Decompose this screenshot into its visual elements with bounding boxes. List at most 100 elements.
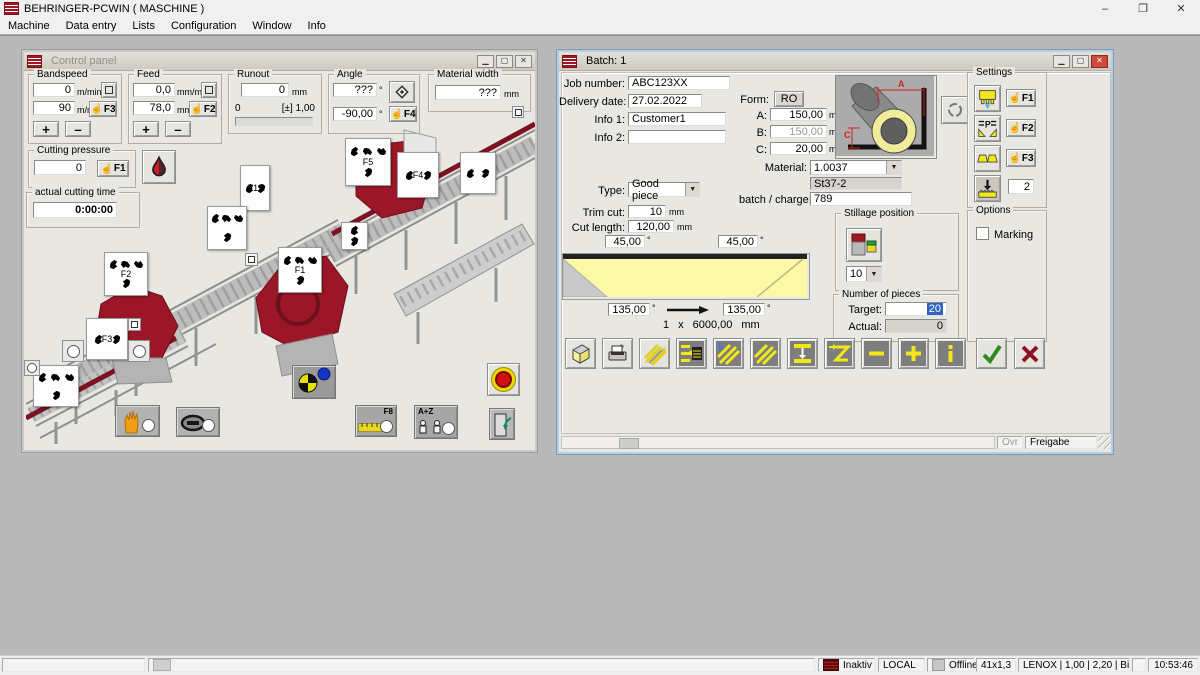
cp-close-button[interactable]: ✕ bbox=[515, 55, 532, 68]
form-button[interactable]: RO bbox=[774, 91, 804, 107]
angle-reference-button[interactable] bbox=[389, 81, 415, 103]
clamp-button-right[interactable] bbox=[460, 152, 496, 194]
marker-square-button[interactable] bbox=[512, 106, 524, 118]
confirm-button[interactable] bbox=[976, 338, 1007, 369]
batch-minimize-button[interactable]: ▁ bbox=[1053, 55, 1070, 68]
menu-window[interactable]: Window bbox=[244, 20, 299, 32]
increase-button[interactable] bbox=[898, 338, 929, 369]
sensor-circle-button[interactable] bbox=[62, 340, 84, 362]
angle-top-left-field[interactable]: 45,00 bbox=[605, 235, 645, 248]
job-number-field[interactable]: ABC123XX bbox=[628, 76, 730, 90]
bandspeed-minus-button[interactable]: – bbox=[65, 121, 91, 137]
menu-info[interactable]: Info bbox=[300, 20, 334, 32]
resize-grip[interactable] bbox=[1098, 436, 1111, 449]
cp-minimize-button[interactable]: ▁ bbox=[477, 55, 494, 68]
info-button[interactable] bbox=[935, 338, 966, 369]
menu-configuration[interactable]: Configuration bbox=[163, 20, 244, 32]
chip-conveyor-button[interactable] bbox=[176, 407, 220, 437]
marking-checkbox[interactable] bbox=[976, 227, 989, 240]
angle-bottom-left-field[interactable]: 135,00 bbox=[608, 303, 650, 316]
target-field[interactable]: 20 bbox=[885, 302, 947, 316]
info1-field[interactable]: Customer1 bbox=[628, 112, 726, 126]
az-mode-button[interactable]: A+Z bbox=[414, 405, 458, 439]
trim-cut-field[interactable]: 10 bbox=[628, 205, 666, 218]
clamp-button-infeed[interactable] bbox=[207, 206, 247, 250]
infeed-calc-button[interactable] bbox=[676, 338, 707, 369]
angle-fkey-button[interactable]: F4 bbox=[389, 106, 417, 122]
bandspeed-actual-field[interactable]: 0 bbox=[33, 83, 75, 97]
feed-z-button[interactable] bbox=[824, 338, 855, 369]
angle-actual-field[interactable]: ??? bbox=[333, 83, 377, 97]
clamp-button-f3[interactable]: F3 bbox=[86, 318, 128, 360]
settings-f2-button[interactable]: F2 bbox=[1006, 119, 1036, 137]
marker-square-button[interactable] bbox=[128, 318, 141, 331]
clamp-pressure-button[interactable]: P bbox=[974, 115, 1001, 142]
bandspeed-fkey-button[interactable]: F3 bbox=[89, 101, 117, 117]
batch-close-button[interactable]: ✕ bbox=[1091, 55, 1108, 68]
dim-a-field[interactable]: 150,00 bbox=[770, 108, 827, 121]
door-exit-button[interactable] bbox=[489, 408, 515, 440]
clamp-button-f2[interactable]: F2 bbox=[104, 252, 148, 296]
minimize-button[interactable]: – bbox=[1086, 0, 1124, 17]
sensor-circle-button[interactable] bbox=[128, 340, 150, 362]
feed-popup-button[interactable] bbox=[201, 82, 217, 98]
feed-fkey-button[interactable]: F2 bbox=[189, 101, 217, 117]
info2-field[interactable] bbox=[628, 130, 726, 144]
stillage-combo[interactable]: 10 ▼ bbox=[846, 266, 882, 282]
clamp-button-f4[interactable]: F4 bbox=[397, 152, 439, 198]
cutting-time-field[interactable]: 0:00:00 bbox=[33, 202, 117, 218]
clamp-button-f11[interactable]: F11 bbox=[240, 165, 270, 211]
press-count-field[interactable]: 2 bbox=[1008, 179, 1034, 194]
bandspeed-set-field[interactable]: 90 bbox=[33, 101, 75, 115]
cut-list-button[interactable] bbox=[750, 338, 781, 369]
clamp-height-button[interactable] bbox=[787, 338, 818, 369]
profile-select-button[interactable] bbox=[941, 96, 969, 124]
settings-f3-button[interactable]: F3 bbox=[1006, 149, 1036, 167]
clamp-button-small[interactable] bbox=[341, 222, 368, 250]
settings-f1-button[interactable]: F1 bbox=[1006, 89, 1036, 107]
decrease-button[interactable] bbox=[861, 338, 892, 369]
cancel-button[interactable] bbox=[1014, 338, 1045, 369]
close-button[interactable]: ✕ bbox=[1162, 0, 1200, 17]
batch-charge-field[interactable]: 789 bbox=[810, 192, 912, 206]
feed-actual-field[interactable]: 0,0 bbox=[133, 83, 175, 97]
feed-minus-button[interactable]: – bbox=[165, 121, 191, 137]
clamp-button-f1[interactable]: F1 bbox=[278, 247, 322, 293]
sensor-circle-button[interactable] bbox=[24, 360, 40, 376]
bundle-button[interactable] bbox=[639, 338, 670, 369]
cutting-pressure-fkey-button[interactable]: F1 bbox=[97, 160, 129, 177]
clamp-button-f5[interactable]: F5 bbox=[345, 138, 391, 186]
marker-square-button[interactable] bbox=[245, 253, 258, 266]
blade-guide-button[interactable] bbox=[974, 85, 1001, 112]
scrollbar-thumb[interactable] bbox=[619, 438, 639, 449]
chevron-down-icon[interactable]: ▼ bbox=[866, 267, 881, 281]
press-down-button[interactable] bbox=[974, 175, 1001, 202]
piece-3d-button[interactable] bbox=[565, 338, 596, 369]
feed-set-field[interactable]: 78,0 bbox=[133, 101, 175, 115]
maximize-button[interactable]: ❐ bbox=[1124, 0, 1162, 17]
reference-point-button[interactable] bbox=[292, 365, 336, 399]
chevron-down-icon[interactable]: ▼ bbox=[886, 161, 901, 174]
trapezoid-pieces-button[interactable] bbox=[974, 145, 1001, 172]
angle-top-right-field[interactable]: 45,00 bbox=[718, 235, 758, 248]
menu-machine[interactable]: Machine bbox=[0, 20, 58, 32]
batch-maximize-button[interactable]: ▢ bbox=[1072, 55, 1089, 68]
material-width-field[interactable]: ??? bbox=[435, 85, 501, 100]
angle-bottom-right-field[interactable]: 135,00 bbox=[723, 303, 765, 316]
batch-titlebar[interactable]: Batch: 1 ▁ ▢ ✕ bbox=[559, 52, 1111, 71]
cut-length-field[interactable]: 120,00 bbox=[628, 220, 674, 233]
cutting-pressure-field[interactable]: 0 bbox=[34, 160, 86, 175]
angle-set-field[interactable]: -90,00 bbox=[333, 107, 377, 121]
material-combo[interactable]: 1.0037 ▼ bbox=[810, 160, 902, 175]
batch-hscrollbar[interactable] bbox=[561, 436, 995, 449]
delivery-date-field[interactable]: 27.02.2022 bbox=[628, 94, 702, 108]
dim-b-field[interactable]: 150,00 bbox=[770, 125, 827, 138]
cut-list-edit-button[interactable]: E bbox=[713, 338, 744, 369]
bandspeed-plus-button[interactable]: + bbox=[33, 121, 59, 137]
coolant-button[interactable] bbox=[142, 150, 176, 184]
manual-mode-button[interactable] bbox=[115, 405, 160, 437]
cp-maximize-button[interactable]: ▢ bbox=[496, 55, 513, 68]
measure-f8-button[interactable]: F8 bbox=[355, 405, 397, 437]
chevron-down-icon[interactable]: ▼ bbox=[685, 183, 699, 196]
menu-data-entry[interactable]: Data entry bbox=[58, 20, 125, 32]
